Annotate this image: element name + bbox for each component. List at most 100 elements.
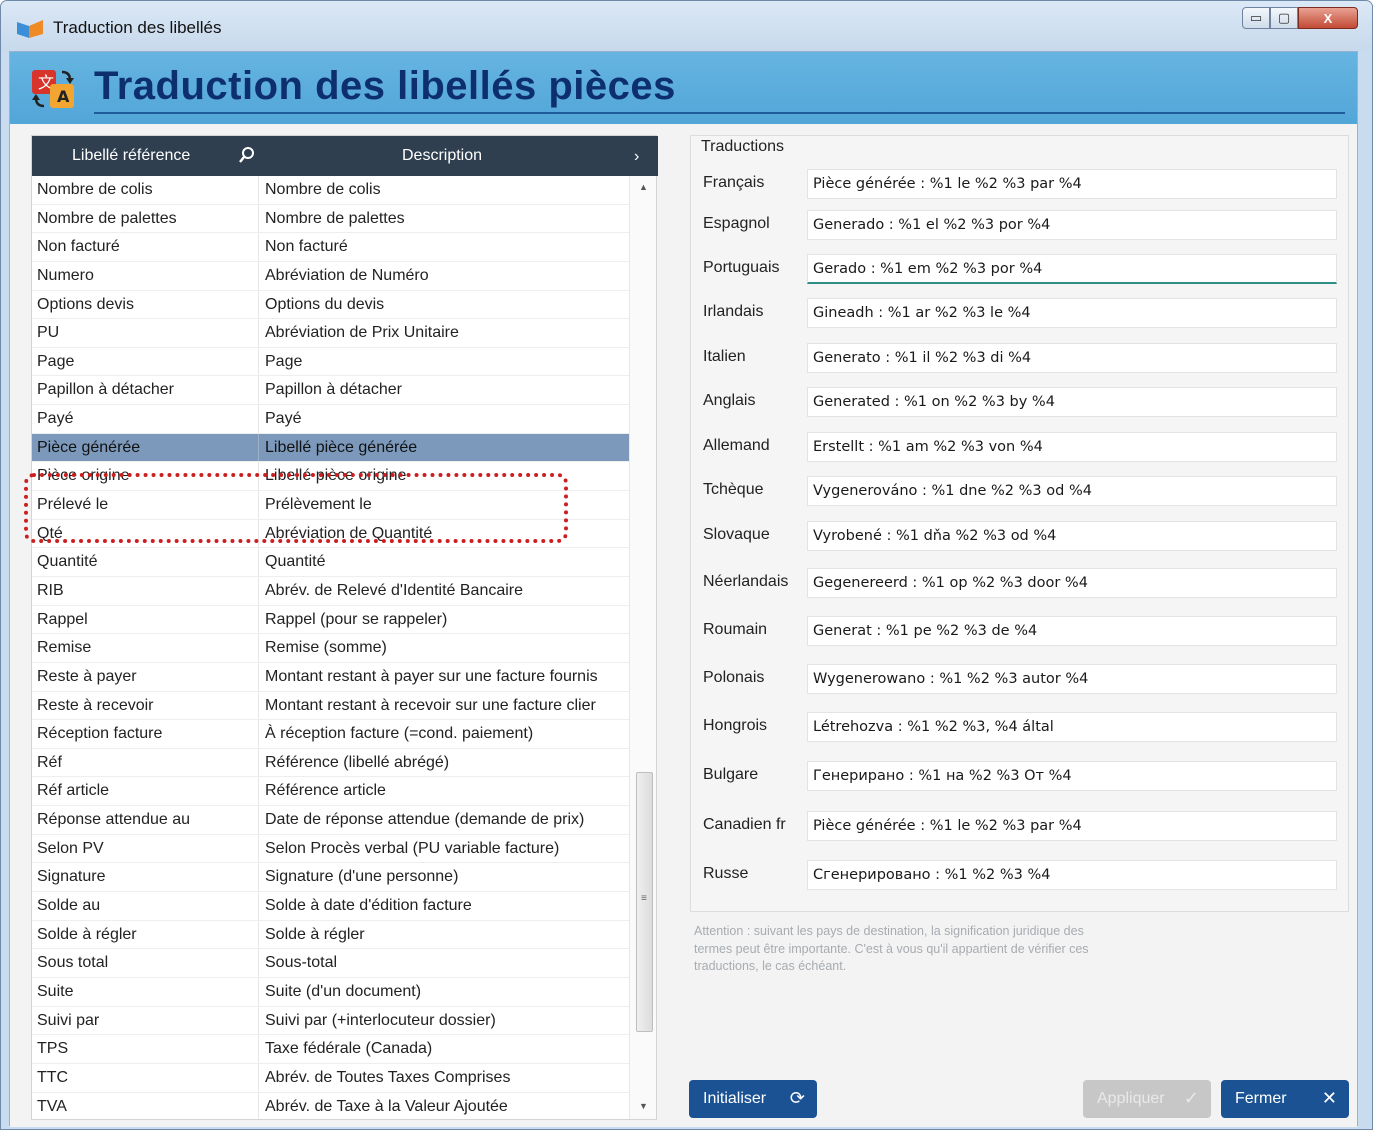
table-row[interactable]: Suite Suite (d'un document) — [32, 977, 629, 1007]
table-row[interactable]: Page Page — [32, 347, 629, 377]
table-row[interactable]: RIB Abrév. de Relevé d'Identité Bancaire — [32, 576, 629, 606]
cell-reference: Numero — [37, 266, 94, 284]
table-row[interactable]: Selon PV Selon Procès verbal (PU variable… — [32, 834, 629, 864]
cell-description: Sous-total — [265, 954, 338, 972]
translation-input[interactable]: Generat : %1 pe %2 %3 de %4 — [807, 616, 1337, 646]
apply-label: Appliquer — [1097, 1090, 1165, 1107]
close-window-button[interactable]: X — [1298, 7, 1358, 29]
translation-input[interactable]: Generado : %1 el %2 %3 por %4 — [807, 210, 1337, 240]
title-bar[interactable]: Traduction des libellés ▭ ▢ X — [1, 1, 1372, 51]
minimize-button[interactable]: ▭ — [1242, 7, 1270, 29]
table-row[interactable]: Réf Référence (libellé abrégé) — [32, 748, 629, 778]
table-row[interactable]: Non facturé Non facturé — [32, 233, 629, 262]
table-body: Nombre de colis Nombre de colis Nombre de … — [32, 176, 629, 1119]
table-row[interactable]: Prélevé le Prélèvement le — [32, 491, 629, 520]
search-icon[interactable] — [238, 146, 256, 164]
cell-description: Abrév. de Toutes Taxes Comprises — [265, 1068, 511, 1086]
table-row[interactable]: Suivi par Suivi par (+interlocuteur dossi… — [32, 1006, 629, 1036]
minimize-icon: ▭ — [1249, 10, 1263, 25]
table-row[interactable]: TVA Abrév. de Taxe à la Valeur Ajoutée — [32, 1092, 629, 1119]
cell-reference: Page — [37, 352, 75, 370]
cell-reference: Options devis — [37, 295, 134, 313]
translation-input[interactable]: Generated : %1 on %2 %3 by %4 — [807, 387, 1337, 417]
table-row[interactable]: Réf article Référence article — [32, 777, 629, 807]
table-row[interactable]: Reste à recevoir Montant restant à recevo… — [32, 691, 629, 721]
refresh-icon: ⟳ — [789, 1088, 805, 1108]
scrollbar-thumb[interactable]: ≡ — [636, 772, 653, 1032]
translation-input[interactable]: Gegenereerd : %1 op %2 %3 door %4 — [807, 568, 1337, 598]
cell-reference: Suite — [37, 982, 74, 1000]
initialize-label: Initialiser — [703, 1090, 767, 1107]
translation-input[interactable]: Pièce générée : %1 le %2 %3 par %4 — [807, 169, 1337, 199]
translation-input[interactable]: Сгенерировано : %1 %2 %3 %4 — [807, 860, 1337, 890]
cell-description: Rappel (pour se rappeler) — [265, 610, 448, 628]
table-row[interactable]: Sous total Sous-total — [32, 949, 629, 978]
table-row[interactable]: TPS Taxe fédérale (Canada) — [32, 1035, 629, 1064]
table-row[interactable]: Qté Abréviation de Quantité — [32, 519, 629, 549]
table-row[interactable]: Remise Remise (somme) — [32, 634, 629, 663]
column-divider — [258, 176, 259, 204]
close-button[interactable]: Fermer ✕ — [1221, 1080, 1349, 1118]
table-row[interactable]: Reste à payer Montant restant à payer sur… — [32, 662, 629, 692]
cell-reference: Sous total — [37, 954, 109, 972]
column-divider — [258, 777, 259, 806]
cell-reference: TVA — [37, 1097, 67, 1115]
language-label: Bulgare — [703, 766, 759, 783]
language-label: Hongrois — [703, 717, 768, 734]
translation-input[interactable]: Wygenerowano : %1 %2 %3 autor %4 — [807, 664, 1337, 694]
translation-input[interactable]: Gerado : %1 em %2 %3 por %4 — [807, 254, 1337, 284]
cell-description: Selon Procès verbal (PU variable facture… — [265, 839, 560, 857]
scroll-up-icon[interactable]: ▲ — [639, 182, 648, 192]
table-row[interactable]: Quantité Quantité — [32, 548, 629, 577]
language-label: Français — [703, 174, 765, 191]
cell-reference: RIB — [37, 581, 64, 599]
table-row[interactable]: Solde à régler Solde à régler — [32, 920, 629, 950]
table-row[interactable]: Réception facture À réception facture (=c… — [32, 720, 629, 749]
cell-reference: Payé — [37, 410, 74, 428]
translation-input[interactable]: Vygenerováno : %1 dne %2 %3 od %4 — [807, 476, 1337, 506]
cell-description: Nombre de colis — [265, 181, 381, 198]
translation-input[interactable]: Erstellt : %1 am %2 %3 von %4 — [807, 432, 1337, 462]
column-divider — [258, 261, 259, 290]
table-row[interactable]: Solde au Solde à date d'édition facture — [32, 892, 629, 921]
cell-reference: Reste à recevoir — [37, 696, 154, 714]
table-row[interactable]: Numero Abréviation de Numéro — [32, 261, 629, 291]
cell-description: Abrév. de Taxe à la Valeur Ajoutée — [265, 1097, 508, 1115]
table-row[interactable]: Nombre de palettes Nombre de palettes — [32, 204, 629, 234]
table-row[interactable]: Nombre de colis Nombre de colis — [32, 176, 629, 205]
table-row[interactable]: TTC Abrév. de Toutes Taxes Comprises — [32, 1063, 629, 1093]
cell-description: Montant restant à payer sur une facture … — [265, 667, 598, 685]
cell-description: Solde à date d'édition facture — [265, 897, 472, 915]
translation-input[interactable]: Gineadh : %1 ar %2 %3 le %4 — [807, 298, 1337, 328]
scroll-down-icon[interactable]: ▼ — [639, 1101, 648, 1111]
translation-input[interactable]: Vyrobené : %1 dňa %2 %3 od %4 — [807, 521, 1337, 551]
cell-reference: PU — [37, 324, 60, 342]
chevron-right-icon[interactable]: › — [634, 148, 639, 166]
translation-input[interactable]: Генерирано : %1 на %2 %3 От %4 — [807, 761, 1337, 791]
apply-button[interactable]: Appliquer ✓ — [1083, 1080, 1211, 1118]
table-row[interactable]: Réponse attendue au Date de réponse atten… — [32, 806, 629, 835]
table-scrollbar[interactable]: ▲ ≡ ▼ — [629, 176, 656, 1119]
initialize-button[interactable]: Initialiser ⟳ — [689, 1080, 817, 1118]
translation-input[interactable]: Pièce générée : %1 le %2 %3 par %4 — [807, 811, 1337, 841]
translation-input[interactable]: Létrehozva : %1 %2 %3, %4 által — [807, 712, 1337, 742]
table-row[interactable]: Pièce générée Libellé pièce générée — [32, 433, 629, 463]
table-row[interactable]: Signature Signature (d'une personne) — [32, 863, 629, 893]
table-row[interactable]: Rappel Rappel (pour se rappeler) — [32, 605, 629, 635]
language-label: Anglais — [703, 392, 756, 409]
table-row[interactable]: Options devis Options du devis — [32, 290, 629, 320]
svg-text:A: A — [57, 87, 70, 106]
window-controls: ▭ ▢ X — [1242, 7, 1358, 29]
translation-input[interactable]: Generato : %1 il %2 %3 di %4 — [807, 343, 1337, 373]
cell-description: Abréviation de Numéro — [265, 266, 429, 284]
table-row[interactable]: Papillon à détacher Papillon à détacher — [32, 376, 629, 406]
table-row[interactable]: Pièce origine Libellé pièce origine — [32, 462, 629, 492]
table-row[interactable]: PU Abréviation de Prix Unitaire — [32, 319, 629, 348]
maximize-button[interactable]: ▢ — [1270, 7, 1298, 29]
column-divider — [258, 1006, 259, 1035]
column-header-description[interactable]: Description — [402, 136, 482, 176]
column-header-reference[interactable]: Libellé référence — [72, 136, 190, 176]
table-row[interactable]: Payé Payé — [32, 405, 629, 434]
page-title: Traduction des libellés pièces — [94, 64, 676, 108]
cell-description: Taxe fédérale (Canada) — [265, 1040, 433, 1058]
